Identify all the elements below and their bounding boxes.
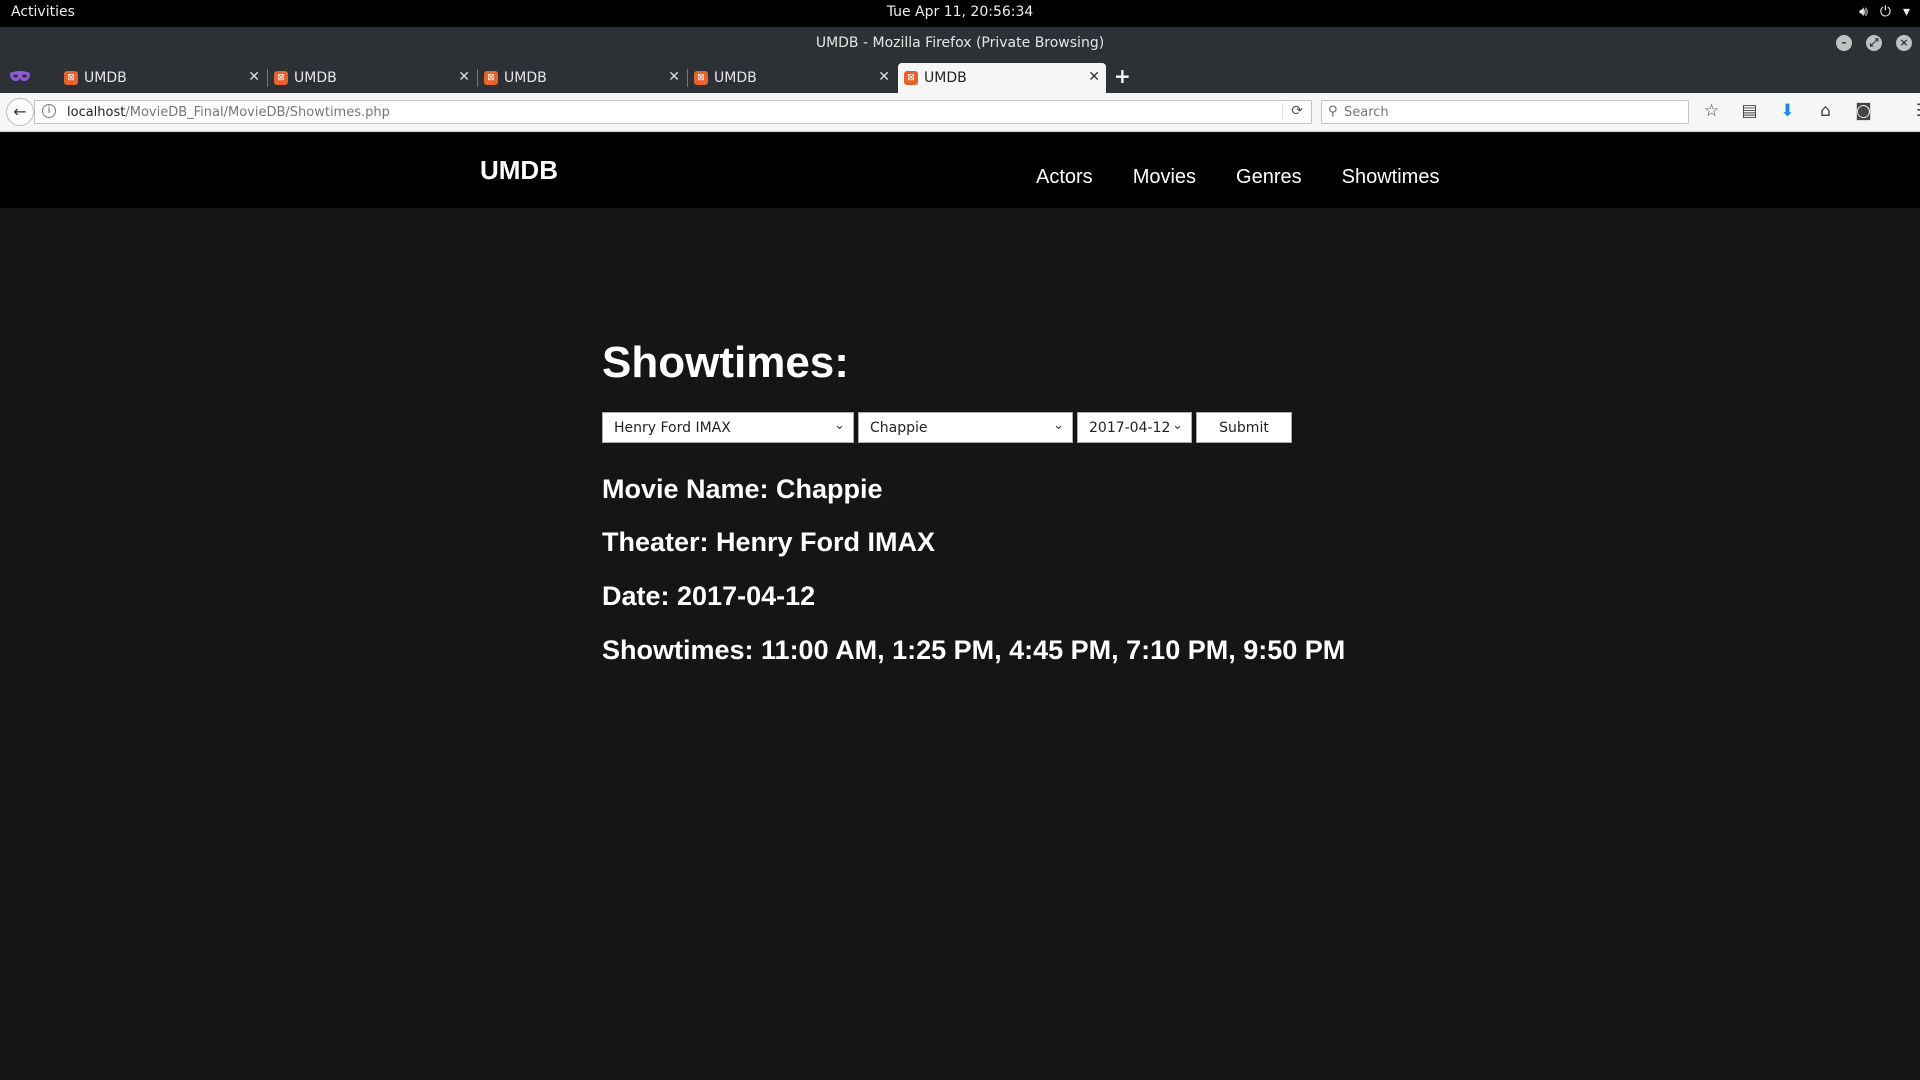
search-icon: ⚲ <box>1328 104 1338 119</box>
home-icon[interactable]: ⌂ <box>1814 101 1837 121</box>
xampp-favicon-icon: ⊠ <box>64 71 78 85</box>
maximize-button[interactable]: ⤢ <box>1866 35 1882 51</box>
xampp-favicon-icon: ⊠ <box>274 71 288 85</box>
site-nav-links: Actors Movies Genres Showtimes <box>1036 166 1439 189</box>
search-bar[interactable]: ⚲ <box>1321 100 1689 124</box>
window-titlebar: UMDB - Mozilla Firefox (Private Browsing… <box>0 27 1920 61</box>
nav-link-movies[interactable]: Movies <box>1133 166 1196 189</box>
theater-select-value: Henry Ford IMAX <box>614 420 731 436</box>
new-tab-button[interactable]: + <box>1114 64 1131 88</box>
tab-label: UMDB <box>84 70 127 86</box>
xampp-favicon-icon: ⊠ <box>694 71 708 85</box>
showtimes-form: Henry Ford IMAX ⌄ Chappie ⌄ 2017-04-12 ⌄… <box>602 412 1292 443</box>
tab-label: UMDB <box>714 70 757 86</box>
power-icon[interactable]: ⏻ <box>1880 4 1891 20</box>
system-tray[interactable]: 🔊︎ ⏻ ▾ <box>1859 4 1910 20</box>
browser-tab[interactable]: ⊠ UMDB ✕ <box>688 63 896 93</box>
browser-tab[interactable]: ⊠ UMDB ✕ <box>478 63 688 93</box>
tab-strip: ⊠ UMDB ✕ ⊠ UMDB ✕ ⊠ UMDB ✕ ⊠ UMDB ✕ ⊠ UM… <box>0 61 1920 93</box>
theater-select[interactable]: Henry Ford IMAX ⌄ <box>602 412 854 443</box>
url-path: /MovieDB_Final/MovieDB/Showtimes.php <box>125 105 390 120</box>
nav-link-actors[interactable]: Actors <box>1036 166 1093 189</box>
date-select[interactable]: 2017-04-12 ⌄ <box>1077 412 1192 443</box>
search-input[interactable] <box>1344 103 1674 121</box>
system-clock[interactable]: Tue Apr 11, 20:56:34 <box>0 4 1920 20</box>
date-line: Date: 2017-04-12 <box>602 581 816 611</box>
address-bar[interactable]: i localhost/MovieDB_Final/MovieDB/Showti… <box>34 100 1312 124</box>
private-browsing-mask-icon <box>10 71 30 81</box>
navigation-toolbar: ← i localhost/MovieDB_Final/MovieDB/Show… <box>0 93 1920 132</box>
close-tab-icon[interactable]: ✕ <box>1088 69 1100 85</box>
site-brand[interactable]: UMDB <box>480 155 558 186</box>
site-info-icon[interactable]: i <box>42 104 56 118</box>
nav-link-genres[interactable]: Genres <box>1236 166 1302 189</box>
back-button[interactable]: ← <box>6 98 34 126</box>
tab-label: UMDB <box>504 70 547 86</box>
reading-list-icon[interactable]: ▤ <box>1738 101 1761 121</box>
page-viewport: UMDB Actors Movies Genres Showtimes Show… <box>0 133 1920 1080</box>
date-select-value: 2017-04-12 <box>1089 420 1171 436</box>
close-tab-icon[interactable]: ✕ <box>878 69 890 85</box>
chevron-down-icon[interactable]: ▾ <box>1903 4 1910 20</box>
tab-label: UMDB <box>294 70 337 86</box>
xampp-favicon-icon: ⊠ <box>904 71 918 85</box>
movie-select[interactable]: Chappie ⌄ <box>858 412 1073 443</box>
site-navbar: UMDB Actors Movies Genres Showtimes <box>0 133 1920 208</box>
browser-tab[interactable]: ⊠ UMDB ✕ <box>58 63 268 93</box>
chevron-down-icon: ⌄ <box>834 418 845 433</box>
close-tab-icon[interactable]: ✕ <box>248 69 260 85</box>
tab-label: UMDB <box>924 70 967 86</box>
url-host: localhost <box>67 105 126 120</box>
submit-button[interactable]: Submit <box>1196 412 1292 443</box>
theater-line: Theater: Henry Ford IMAX <box>602 527 936 557</box>
showtimes-content: Showtimes: Henry Ford IMAX ⌄ Chappie ⌄ 2… <box>602 338 1345 665</box>
menu-hamburger-icon[interactable]: ☰ <box>1912 101 1920 121</box>
minimize-button[interactable]: – <box>1836 35 1852 51</box>
nav-link-showtimes[interactable]: Showtimes <box>1342 166 1440 189</box>
browser-tab[interactable]: ⊠ UMDB ✕ <box>268 63 478 93</box>
close-tab-icon[interactable]: ✕ <box>668 69 680 85</box>
reload-icon[interactable]: ⟳ <box>1282 103 1303 119</box>
volume-icon[interactable]: 🔊︎ <box>1859 4 1868 20</box>
pocket-icon[interactable]: ◙ <box>1852 101 1875 121</box>
url-text[interactable]: localhost/MovieDB_Final/MovieDB/Showtime… <box>67 105 390 120</box>
movie-select-value: Chappie <box>870 420 928 436</box>
bookmark-star-icon[interactable]: ☆ <box>1700 101 1723 121</box>
page-title: Showtimes: <box>602 338 849 387</box>
close-tab-icon[interactable]: ✕ <box>458 69 470 85</box>
chevron-down-icon: ⌄ <box>1172 418 1183 433</box>
showtimes-line: Showtimes: 11:00 AM, 1:25 PM, 4:45 PM, 7… <box>602 635 1346 665</box>
movie-name-line: Movie Name: Chappie <box>602 474 883 504</box>
chevron-down-icon: ⌄ <box>1053 418 1064 433</box>
system-top-bar: Activities Tue Apr 11, 20:56:34 🔊︎ ⏻ ▾ <box>0 0 1920 27</box>
xampp-favicon-icon: ⊠ <box>484 71 498 85</box>
browser-tab-active[interactable]: ⊠ UMDB ✕ <box>898 63 1106 93</box>
download-icon[interactable]: ⬇ <box>1776 101 1799 121</box>
close-window-button[interactable]: × <box>1896 35 1912 51</box>
window-title: UMDB - Mozilla Firefox (Private Browsing… <box>815 35 1105 51</box>
